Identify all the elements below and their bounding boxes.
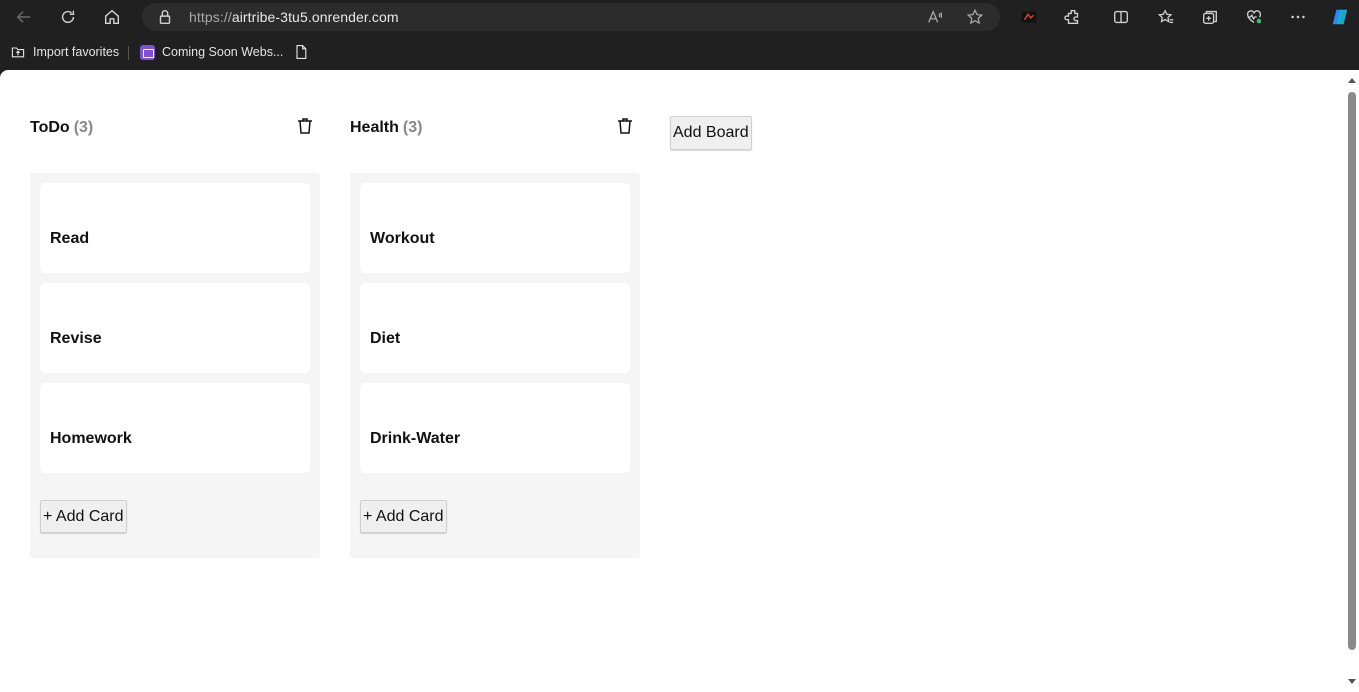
board-title: ToDo (3) [30,119,93,137]
read-aloud-icon[interactable] [926,8,944,26]
bookmark-coming-soon[interactable]: Coming Soon Webs... [140,42,283,62]
bookmark-import-favorites[interactable]: Import favorites [10,42,119,62]
board-name: Health [350,119,399,136]
board-header: Health (3) [350,117,640,139]
browser-chrome: https://airtribe-3tu5.onrender.com Impor… [0,0,1359,70]
page-icon [296,45,307,59]
card[interactable]: Revise [40,283,310,373]
card[interactable]: Read [40,183,310,273]
import-favorites-icon [11,47,25,58]
copilot-icon[interactable] [1326,3,1354,31]
site-favicon-icon [140,44,155,60]
board-header: ToDo (3) [30,117,320,139]
browser-toolbar: https://airtribe-3tu5.onrender.com [0,0,1359,34]
add-card-button[interactable]: + Add Card [40,500,127,533]
collections-icon[interactable] [1196,3,1224,31]
browser-essentials-icon[interactable] [1240,3,1268,31]
url-scheme: https:// [189,9,232,25]
board-name: ToDo [30,119,70,136]
board-card-list: Workout Diet Drink-Water + Add Card [350,173,640,558]
board-count: (3) [73,119,94,136]
bookmark-separator [128,46,129,60]
board-count: (3) [402,119,423,136]
scrollbar-thumb[interactable] [1348,92,1356,650]
address-bar[interactable]: https://airtribe-3tu5.onrender.com [142,3,1000,31]
bookmarks-bar: Import favorites Coming Soon Webs... [0,38,1359,66]
refresh-icon[interactable] [54,3,82,31]
card-title: Drink-Water [370,430,461,447]
favorites-icon[interactable] [1152,3,1180,31]
board-title: Health (3) [350,119,422,137]
card[interactable]: Diet [360,283,630,373]
add-card-button[interactable]: + Add Card [360,500,447,533]
delete-board-trash-icon[interactable] [297,117,313,135]
bookmark-page[interactable] [293,42,309,62]
card[interactable]: Homework [40,383,310,473]
card-title: Diet [370,330,401,347]
card[interactable]: Workout [360,183,630,273]
vertical-scrollbar[interactable] [1345,70,1359,692]
card-title: Workout [370,230,435,247]
board-card-list: Read Revise Homework + Add Card [30,173,320,558]
extensions-icon[interactable] [1059,3,1087,31]
url-text[interactable]: https://airtribe-3tu5.onrender.com [189,9,399,25]
page-viewport: ToDo (3) Read Revise Homework + Add Card … [0,70,1359,692]
card-title: Homework [50,430,132,447]
extension-app-icon[interactable] [1015,3,1043,31]
delete-board-trash-icon[interactable] [617,117,633,135]
scroll-up-arrow-icon[interactable] [1348,78,1356,83]
card-title: Read [50,230,90,247]
card[interactable]: Drink-Water [360,383,630,473]
add-board-button[interactable]: Add Board [670,116,752,150]
url-host: airtribe-3tu5.onrender.com [231,9,399,25]
scroll-down-arrow-icon[interactable] [1348,679,1356,684]
bookmark-label: Coming Soon Webs... [162,45,284,59]
split-screen-icon[interactable] [1107,3,1135,31]
bookmark-label: Import favorites [33,45,120,59]
lock-icon[interactable] [156,8,174,26]
home-icon[interactable] [98,3,126,31]
back-icon[interactable] [10,3,38,31]
card-title: Revise [50,330,102,347]
favorite-star-icon[interactable] [966,8,984,26]
more-options-icon[interactable] [1284,3,1312,31]
